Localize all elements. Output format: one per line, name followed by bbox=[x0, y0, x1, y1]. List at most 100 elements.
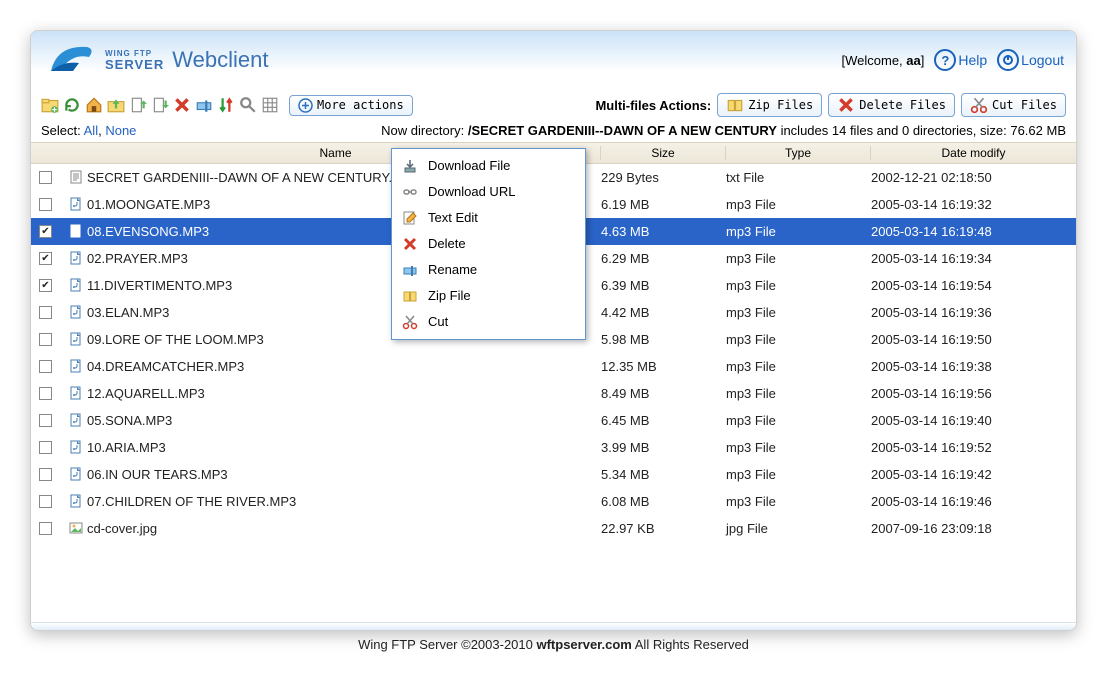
context-item-link[interactable]: Download URL bbox=[396, 179, 581, 205]
file-type: mp3 File bbox=[726, 332, 871, 347]
file-size: 4.42 MB bbox=[601, 305, 726, 320]
file-size: 5.98 MB bbox=[601, 332, 726, 347]
file-type: mp3 File bbox=[726, 251, 871, 266]
app-window: WING FTP SERVER Webclient [Welcome, aa] … bbox=[30, 30, 1077, 631]
file-size: 6.45 MB bbox=[601, 413, 726, 428]
table-row[interactable]: 12.AQUARELL.MP38.49 MBmp3 File2005-03-14… bbox=[31, 380, 1076, 407]
file-type: mp3 File bbox=[726, 467, 871, 482]
col-date[interactable]: Date modify bbox=[871, 146, 1076, 160]
file-size: 22.97 KB bbox=[601, 521, 726, 536]
logout-link[interactable]: Logout bbox=[997, 49, 1064, 71]
select-all-link[interactable]: All bbox=[84, 123, 98, 138]
file-date: 2005-03-14 16:19:32 bbox=[871, 197, 1076, 212]
file-name: 11.DIVERTIMENTO.MP3 bbox=[87, 278, 232, 293]
file-icon bbox=[69, 359, 83, 373]
file-table: Name Size Type Date modify SECRET GARDEN… bbox=[31, 142, 1076, 542]
col-type[interactable]: Type bbox=[726, 146, 871, 160]
home-icon[interactable] bbox=[85, 96, 103, 114]
row-checkbox[interactable] bbox=[39, 414, 52, 427]
context-label: Rename bbox=[428, 262, 477, 277]
file-name: 02.PRAYER.MP3 bbox=[87, 251, 188, 266]
file-name: 10.ARIA.MP3 bbox=[87, 440, 166, 455]
file-date: 2007-09-16 23:09:18 bbox=[871, 521, 1076, 536]
context-item-zip[interactable]: Zip File bbox=[396, 283, 581, 309]
file-date: 2005-03-14 16:19:48 bbox=[871, 224, 1076, 239]
refresh-icon[interactable] bbox=[63, 96, 81, 114]
help-icon: ? bbox=[934, 49, 956, 71]
table-row[interactable]: 06.IN OUR TEARS.MP35.34 MBmp3 File2005-0… bbox=[31, 461, 1076, 488]
download-icon[interactable] bbox=[151, 96, 169, 114]
file-type: jpg File bbox=[726, 521, 871, 536]
context-item-cut[interactable]: Cut bbox=[396, 309, 581, 335]
delete-icon bbox=[402, 236, 418, 252]
file-name: 01.MOONGATE.MP3 bbox=[87, 197, 210, 212]
context-item-download[interactable]: Download File bbox=[396, 153, 581, 179]
select-none-link[interactable]: None bbox=[105, 123, 136, 138]
file-type: txt File bbox=[726, 170, 871, 185]
up-icon[interactable] bbox=[107, 96, 125, 114]
file-name: cd-cover.jpg bbox=[87, 521, 157, 536]
context-item-rename[interactable]: Rename bbox=[396, 257, 581, 283]
table-row[interactable]: 07.CHILDREN OF THE RIVER.MP36.08 MBmp3 F… bbox=[31, 488, 1076, 515]
cut-files-button[interactable]: Cut Files bbox=[961, 93, 1066, 117]
file-name: 04.DREAMCATCHER.MP3 bbox=[87, 359, 244, 374]
delete-files-button[interactable]: Delete Files bbox=[828, 93, 955, 117]
file-type: mp3 File bbox=[726, 224, 871, 239]
cut-icon bbox=[402, 314, 418, 330]
file-date: 2005-03-14 16:19:56 bbox=[871, 386, 1076, 401]
delete-icon bbox=[837, 96, 855, 114]
table-row[interactable]: 05.SONA.MP36.45 MBmp3 File2005-03-14 16:… bbox=[31, 407, 1076, 434]
context-item-delete[interactable]: Delete bbox=[396, 231, 581, 257]
row-checkbox[interactable] bbox=[39, 198, 52, 211]
row-checkbox[interactable] bbox=[39, 252, 52, 265]
rename-icon[interactable] bbox=[195, 96, 213, 114]
file-date: 2005-03-14 16:19:36 bbox=[871, 305, 1076, 320]
row-checkbox[interactable] bbox=[39, 495, 52, 508]
search-icon[interactable] bbox=[239, 96, 257, 114]
row-checkbox[interactable] bbox=[39, 441, 52, 454]
edit-icon bbox=[402, 210, 418, 226]
row-checkbox[interactable] bbox=[39, 279, 52, 292]
file-date: 2005-03-14 16:19:40 bbox=[871, 413, 1076, 428]
sort-icon[interactable] bbox=[217, 96, 235, 114]
dir-stats: includes 14 files and 0 directories, siz… bbox=[777, 123, 1066, 138]
row-checkbox[interactable] bbox=[39, 387, 52, 400]
new-folder-icon[interactable] bbox=[41, 96, 59, 114]
row-checkbox[interactable] bbox=[39, 522, 52, 535]
upload-icon[interactable] bbox=[129, 96, 147, 114]
delete-icon[interactable] bbox=[173, 96, 191, 114]
row-checkbox[interactable] bbox=[39, 468, 52, 481]
table-row[interactable]: 04.DREAMCATCHER.MP312.35 MBmp3 File2005-… bbox=[31, 353, 1076, 380]
file-size: 5.34 MB bbox=[601, 467, 726, 482]
file-date: 2002-12-21 02:18:50 bbox=[871, 170, 1076, 185]
file-name: 05.SONA.MP3 bbox=[87, 413, 172, 428]
file-size: 6.19 MB bbox=[601, 197, 726, 212]
context-label: Download File bbox=[428, 158, 510, 173]
file-icon bbox=[69, 494, 83, 508]
file-size: 229 Bytes bbox=[601, 170, 726, 185]
row-checkbox[interactable] bbox=[39, 306, 52, 319]
view-icon[interactable] bbox=[261, 96, 279, 114]
context-label: Zip File bbox=[428, 288, 471, 303]
more-actions-button[interactable]: More actions bbox=[289, 95, 413, 116]
row-checkbox[interactable] bbox=[39, 333, 52, 346]
row-checkbox[interactable] bbox=[39, 225, 52, 238]
zip-files-button[interactable]: Zip Files bbox=[717, 93, 822, 117]
row-checkbox[interactable] bbox=[39, 171, 52, 184]
file-type: mp3 File bbox=[726, 494, 871, 509]
row-checkbox[interactable] bbox=[39, 360, 52, 373]
file-date: 2005-03-14 16:19:46 bbox=[871, 494, 1076, 509]
file-icon bbox=[69, 224, 83, 238]
table-row[interactable]: cd-cover.jpg 22.97 KBjpg File2007-09-16 2… bbox=[31, 515, 1076, 542]
file-icon bbox=[69, 386, 83, 400]
select-label: Select: All, None bbox=[41, 123, 136, 138]
file-icon bbox=[69, 197, 83, 211]
file-size: 12.35 MB bbox=[601, 359, 726, 374]
logout-icon bbox=[997, 49, 1019, 71]
context-item-edit[interactable]: Text Edit bbox=[396, 205, 581, 231]
col-size[interactable]: Size bbox=[601, 146, 726, 160]
help-link[interactable]: ? Help bbox=[934, 49, 987, 71]
file-icon bbox=[69, 278, 83, 292]
context-label: Text Edit bbox=[428, 210, 478, 225]
table-row[interactable]: 10.ARIA.MP33.99 MBmp3 File2005-03-14 16:… bbox=[31, 434, 1076, 461]
